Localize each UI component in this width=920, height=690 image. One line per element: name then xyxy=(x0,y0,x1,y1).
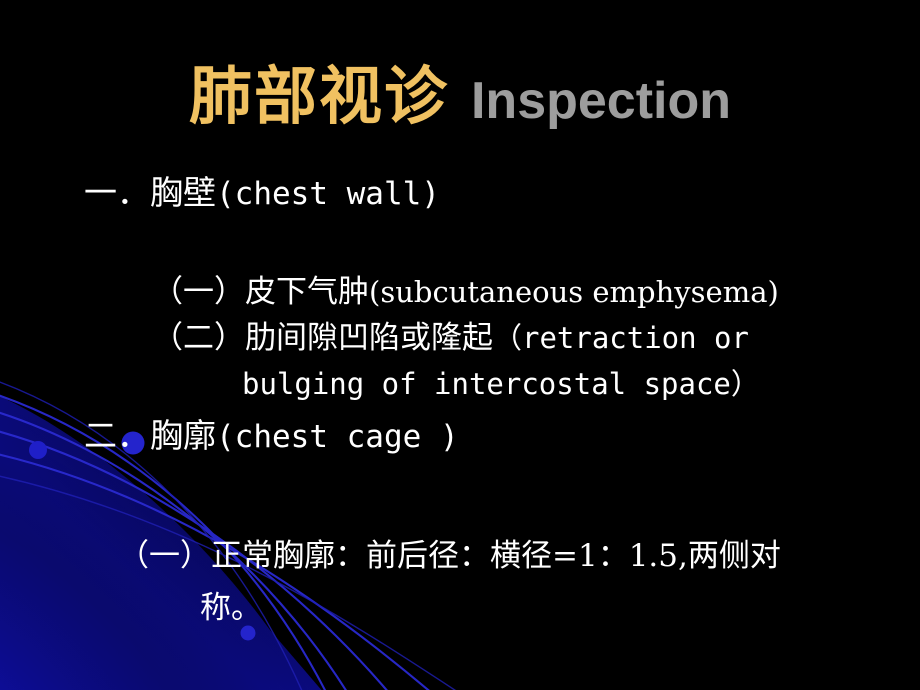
title-english: Inspection xyxy=(470,72,732,130)
item-1-1-chinese: 皮下气肿 xyxy=(245,274,369,310)
item-2-1-chinese: 正常胸廓：前后径：横径=1：1.5,两侧对 xyxy=(211,538,781,574)
item-1-2-english-cont: bulging of intercostal space） xyxy=(242,367,760,401)
section-2-marker: 二． xyxy=(84,416,150,455)
presentation-slide: 肺部视诊 Inspection 一．胸壁(chest wall) （一）皮下气肿(… xyxy=(0,0,920,690)
item-1-2-chinese: 肋间隙凹陷或隆起 xyxy=(245,320,493,356)
outline-section-2: 二．胸廓(chest cage ) xyxy=(0,415,920,458)
outline-section-1: 一．胸壁(chest wall) xyxy=(0,172,920,215)
section-1-marker: 一． xyxy=(84,173,150,212)
item-1-2-english: （retraction or xyxy=(493,321,749,355)
item-2-1-chinese-cont: 称。 xyxy=(200,590,262,626)
title-chinese: 肺部视诊 xyxy=(188,59,449,133)
slide-body: 一．胸壁(chest wall) （一）皮下气肿(subcutaneous em… xyxy=(0,172,920,634)
outline-item-1-2-continuation: bulging of intercostal space） xyxy=(0,361,920,407)
section-1-chinese: 胸壁 xyxy=(150,173,216,212)
outline-item-2-1-continuation: 称。 xyxy=(0,582,920,634)
outline-item-2-1: （一）正常胸廓：前后径：横径=1：1.5,两侧对 xyxy=(0,530,920,582)
section-2-chinese: 胸廓 xyxy=(150,416,216,455)
item-1-1-english: (subcutaneous emphysema) xyxy=(369,275,779,309)
slide-title: 肺部视诊 Inspection xyxy=(0,46,920,137)
section-1-english: (chest wall) xyxy=(216,176,440,212)
outline-item-1-1: （一）皮下气肿(subcutaneous emphysema) xyxy=(0,269,920,315)
section-2-english: (chest cage ) xyxy=(216,419,459,455)
outline-item-1-2: （二）肋间隙凹陷或隆起（retraction or xyxy=(0,315,920,361)
item-1-2-marker: （二） xyxy=(152,320,245,356)
item-2-1-marker: （一） xyxy=(118,538,211,574)
item-1-1-marker: （一） xyxy=(152,274,245,310)
